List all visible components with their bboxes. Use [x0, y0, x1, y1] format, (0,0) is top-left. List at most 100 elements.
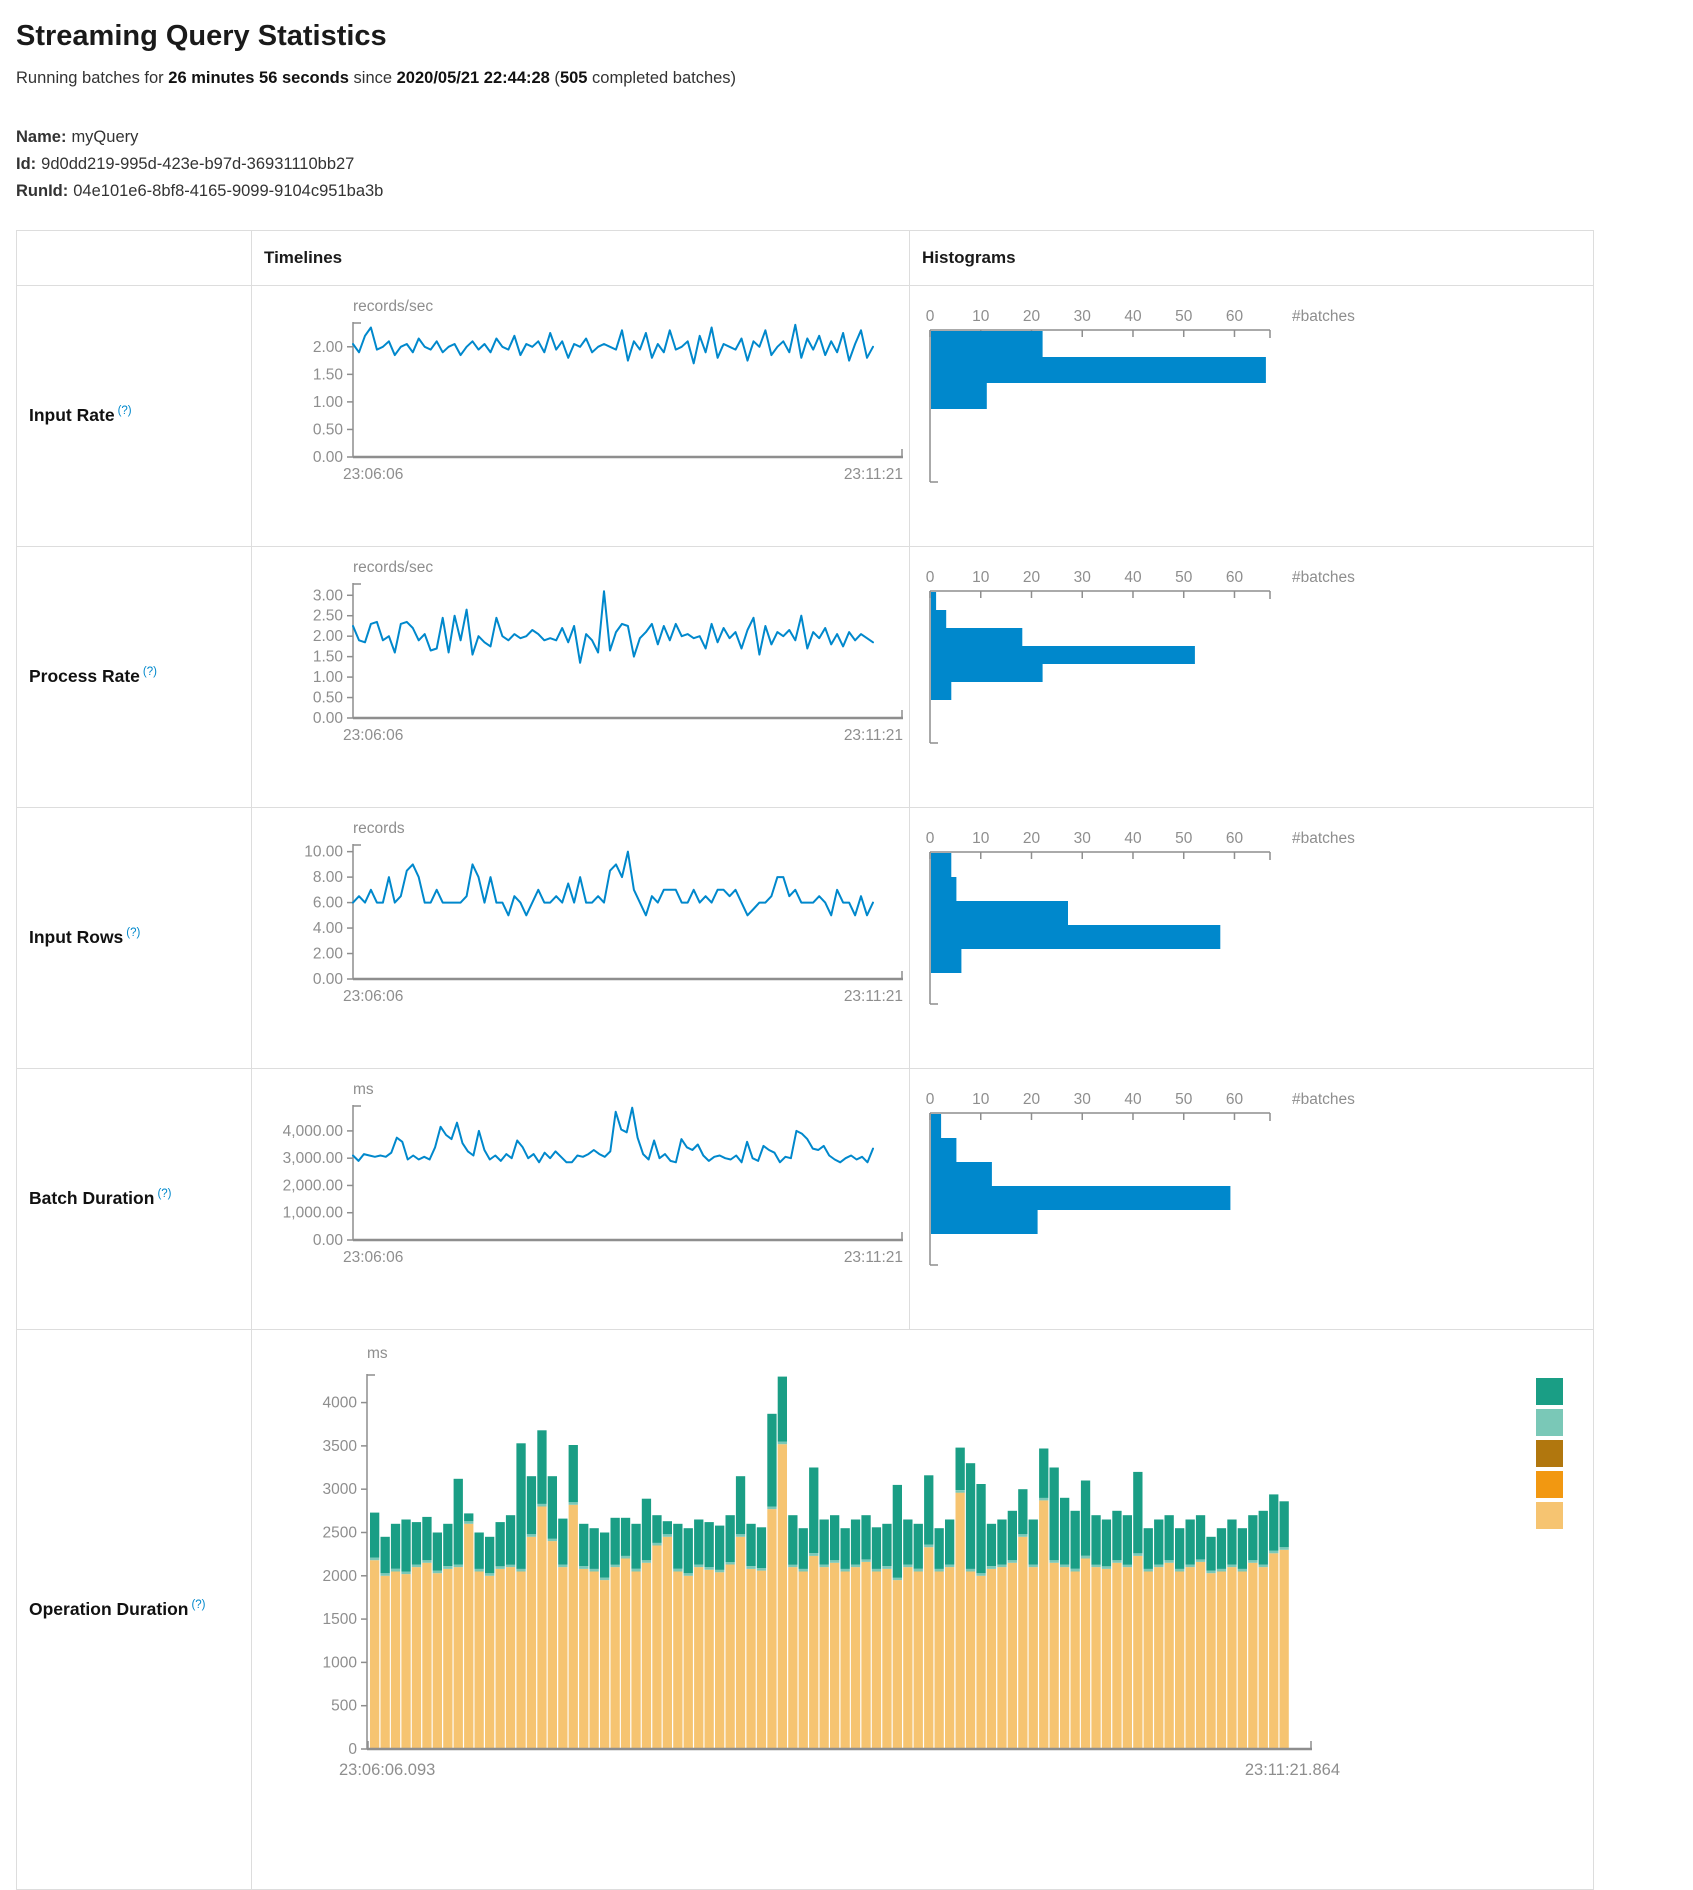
svg-text:40: 40: [1124, 569, 1142, 586]
svg-text:1.00: 1.00: [313, 394, 344, 411]
svg-text:2.00: 2.00: [313, 338, 344, 355]
header-histograms: Histograms: [910, 230, 1594, 285]
svg-text:23:06:06: 23:06:06: [343, 727, 403, 744]
svg-text:40: 40: [1124, 308, 1142, 325]
svg-text:records/sec: records/sec: [353, 559, 433, 576]
running-duration: 26 minutes 56 seconds: [168, 69, 349, 87]
svg-text:23:06:06: 23:06:06: [343, 466, 403, 483]
svg-text:30: 30: [1074, 1091, 1092, 1108]
svg-text:60: 60: [1226, 569, 1244, 586]
page: Streaming Query Statistics Running batch…: [0, 0, 1693, 1890]
svg-text:23:11:21: 23:11:21: [844, 1249, 903, 1266]
process-rate-histogram-chart: 0102030405060#batches: [916, 559, 1593, 772]
svg-text:23:11:21.864: 23:11:21.864: [1245, 1761, 1340, 1779]
query-runid-value: 04e101e6-8bf8-4165-9099-9104c951ba3b: [73, 182, 383, 200]
query-meta: Name: myQuery Id: 9d0dd219-995d-423e-b97d-…: [16, 124, 1677, 206]
svg-text:10: 10: [972, 830, 990, 847]
query-id-label: Id:: [16, 155, 36, 173]
legend-swatch: [1536, 1378, 1563, 1405]
batch-duration-histogram-chart: 0102030405060#batches: [916, 1081, 1593, 1294]
input-rows-histogram-cell: 0102030405060#batches: [910, 807, 1594, 1068]
svg-text:23:11:21: 23:11:21: [844, 988, 903, 1005]
svg-text:23:06:06: 23:06:06: [343, 1249, 403, 1266]
svg-text:4,000.00: 4,000.00: [283, 1123, 344, 1140]
page-title: Streaming Query Statistics: [16, 20, 1677, 53]
operation-duration-legend: [1536, 1378, 1563, 1529]
legend-swatch: [1536, 1502, 1563, 1529]
svg-text:#batches: #batches: [1292, 569, 1355, 586]
since-text: since: [349, 69, 397, 87]
svg-text:0: 0: [926, 1091, 935, 1108]
process-rate-label: Process Rate: [29, 666, 140, 686]
query-name-row: Name: myQuery: [16, 124, 1677, 151]
svg-text:0.00: 0.00: [313, 449, 344, 466]
operation-duration-cell: ms0500100015002000250030003500400023:06:…: [252, 1329, 1594, 1889]
svg-text:1500: 1500: [323, 1611, 358, 1628]
header-empty: [17, 230, 252, 285]
input-rate-help-icon[interactable]: (?): [118, 405, 132, 417]
svg-text:40: 40: [1124, 830, 1142, 847]
input-rate-timeline-cell: records/sec0.000.501.001.502.0023:06:062…: [252, 285, 910, 546]
svg-text:10.00: 10.00: [304, 843, 343, 860]
svg-text:0.00: 0.00: [313, 1232, 344, 1249]
row-label-batch-duration: Batch Duration(?): [17, 1068, 252, 1329]
svg-text:30: 30: [1074, 830, 1092, 847]
query-id-row: Id: 9d0dd219-995d-423e-b97d-36931110bb27: [16, 151, 1677, 178]
svg-text:0.00: 0.00: [313, 971, 344, 988]
svg-text:#batches: #batches: [1292, 1091, 1355, 1108]
svg-text:20: 20: [1023, 830, 1041, 847]
query-name-label: Name:: [16, 128, 66, 146]
svg-text:2.00: 2.00: [313, 628, 344, 645]
svg-text:50: 50: [1175, 830, 1193, 847]
row-label-operation-duration: Operation Duration(?): [17, 1329, 252, 1889]
svg-text:2500: 2500: [323, 1524, 358, 1541]
svg-text:1.00: 1.00: [313, 669, 344, 686]
svg-text:0: 0: [348, 1741, 357, 1758]
svg-text:23:11:21: 23:11:21: [844, 727, 903, 744]
legend-swatch: [1536, 1471, 1563, 1498]
input-rows-help-icon[interactable]: (?): [126, 927, 140, 939]
header-timelines: Timelines: [252, 230, 910, 285]
svg-text:10: 10: [972, 1091, 990, 1108]
query-runid-label: RunId:: [16, 182, 68, 200]
input-rate-histogram-chart: 0102030405060#batches: [916, 298, 1593, 511]
legend-swatch: [1536, 1440, 1563, 1467]
process-rate-help-icon[interactable]: (?): [143, 666, 157, 678]
svg-text:1.50: 1.50: [313, 366, 344, 383]
svg-text:0.50: 0.50: [313, 689, 344, 706]
svg-text:60: 60: [1226, 830, 1244, 847]
operation-duration-help-icon[interactable]: (?): [191, 1599, 205, 1611]
input-rows-timeline-cell: records0.002.004.006.008.0010.0023:06:06…: [252, 807, 910, 1068]
completed-batches-suffix: completed batches): [587, 69, 736, 87]
svg-text:3500: 3500: [323, 1438, 358, 1455]
running-batches-summary: Running batches for 26 minutes 56 second…: [16, 69, 1677, 88]
svg-text:0: 0: [926, 308, 935, 325]
svg-text:3,000.00: 3,000.00: [283, 1150, 344, 1167]
svg-text:30: 30: [1074, 308, 1092, 325]
svg-text:#batches: #batches: [1292, 830, 1355, 847]
svg-text:20: 20: [1023, 569, 1041, 586]
svg-text:4000: 4000: [323, 1394, 358, 1411]
input-rows-timeline-chart: records0.002.004.006.008.0010.0023:06:06…: [258, 820, 909, 1033]
svg-text:3000: 3000: [323, 1481, 358, 1498]
process-rate-histogram-cell: 0102030405060#batches: [910, 546, 1594, 807]
batch-duration-help-icon[interactable]: (?): [157, 1188, 171, 1200]
svg-text:10: 10: [972, 308, 990, 325]
query-name-value: myQuery: [71, 128, 138, 146]
svg-text:3.00: 3.00: [313, 587, 344, 604]
svg-text:2.00: 2.00: [313, 945, 344, 962]
svg-text:23:06:06: 23:06:06: [343, 988, 403, 1005]
operation-duration-chart: ms0500100015002000250030003500400023:06:…: [272, 1344, 1593, 1809]
input-rows-histogram-chart: 0102030405060#batches: [916, 820, 1593, 1033]
svg-text:1.50: 1.50: [313, 648, 344, 665]
batch-duration-timeline-cell: ms0.001,000.002,000.003,000.004,000.0023…: [252, 1068, 910, 1329]
svg-text:500: 500: [331, 1697, 357, 1714]
svg-text:30: 30: [1074, 569, 1092, 586]
query-id-value: 9d0dd219-995d-423e-b97d-36931110bb27: [41, 155, 354, 173]
svg-text:1,000.00: 1,000.00: [283, 1204, 344, 1221]
svg-text:23:11:21: 23:11:21: [844, 466, 903, 483]
svg-text:records/sec: records/sec: [353, 298, 433, 315]
table-row-input-rows: Input Rows(?) records0.002.004.006.008.0…: [17, 807, 1594, 1068]
svg-text:8.00: 8.00: [313, 869, 344, 886]
svg-text:40: 40: [1124, 1091, 1142, 1108]
